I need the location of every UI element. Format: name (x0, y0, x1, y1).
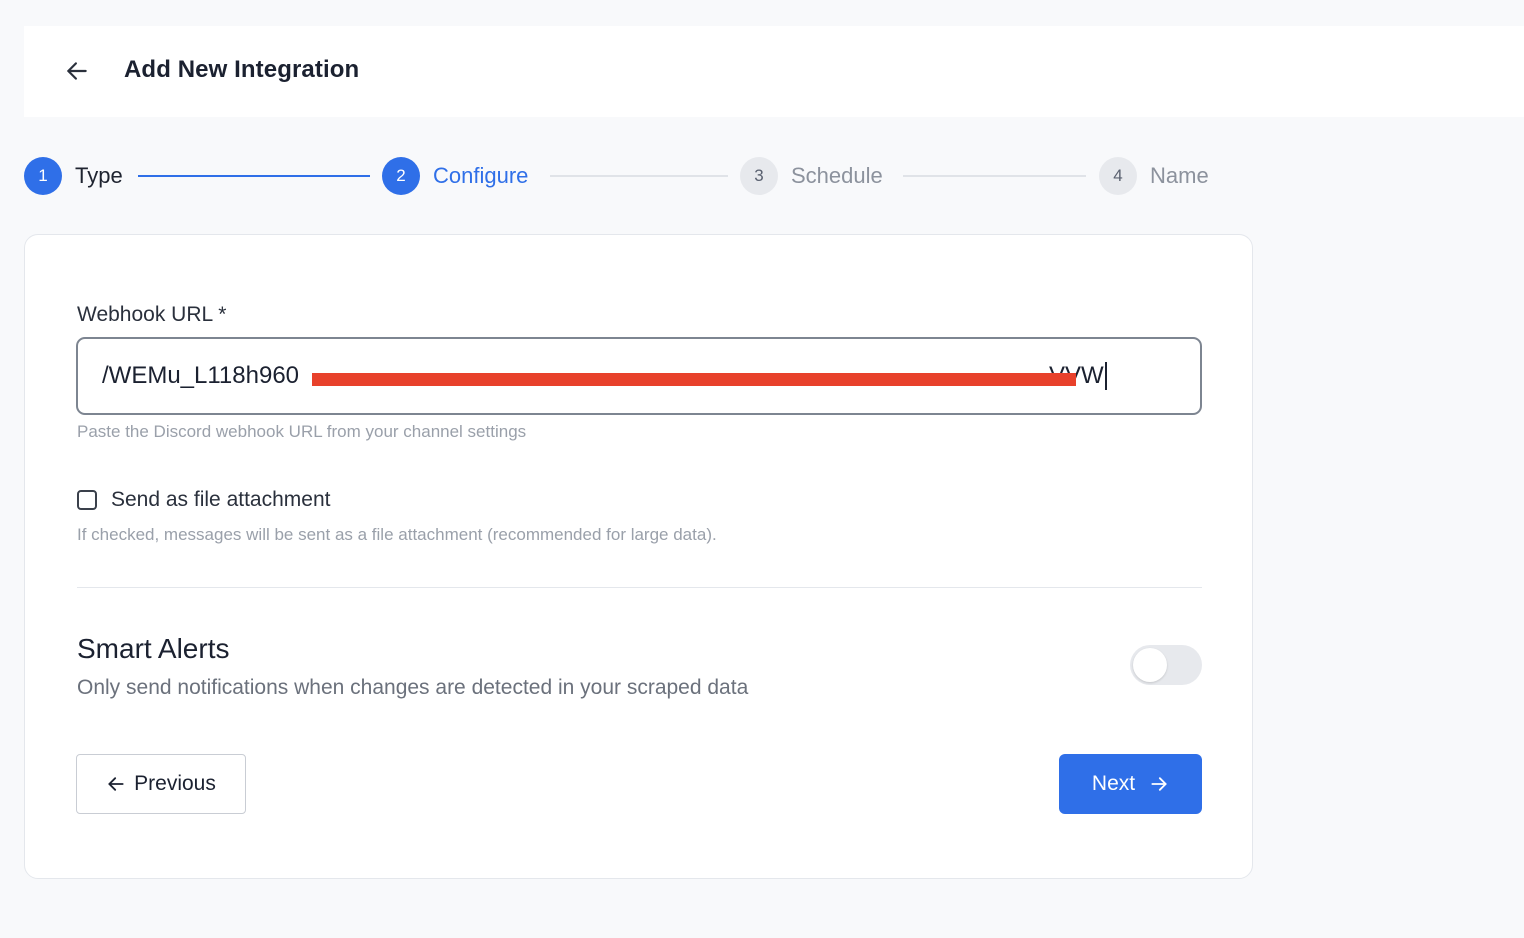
stepper: 1 Type 2 Configure 3 Schedule 4 Name (24, 157, 1224, 197)
attachment-checkbox[interactable] (77, 490, 97, 510)
step-number: 4 (1099, 157, 1137, 195)
step-schedule[interactable]: 3 Schedule (740, 157, 883, 195)
step-label: Schedule (791, 163, 883, 188)
arrow-left-icon (67, 62, 87, 80)
attachment-helper: If checked, messages will be sent as a f… (77, 525, 717, 544)
step-type[interactable]: 1 Type (24, 157, 123, 195)
previous-button[interactable]: Previous (76, 754, 246, 814)
attachment-option[interactable]: Send as file attachment (77, 488, 330, 512)
page-title: Add New Integration (124, 56, 360, 83)
back-button[interactable] (62, 56, 92, 86)
smart-alerts-title: Smart Alerts (77, 633, 230, 664)
arrow-right-icon (1149, 774, 1169, 794)
next-label: Next (1091, 772, 1136, 795)
redaction-mark (312, 372, 1076, 386)
smart-alerts-toggle[interactable] (1130, 645, 1202, 685)
section-divider (77, 587, 1202, 588)
webhook-url-input[interactable]: /WEMu_L118h960 VVW (76, 337, 1202, 415)
attachment-label: Send as file attachment (111, 488, 331, 511)
smart-alerts-description: Only send notifications when changes are… (77, 676, 749, 699)
toggle-knob (1133, 648, 1167, 682)
step-connector (550, 175, 728, 177)
webhook-url-label: Webhook URL * (77, 303, 227, 326)
step-label: Type (75, 163, 123, 188)
next-button[interactable]: Next (1059, 754, 1202, 814)
step-connector (138, 175, 370, 177)
step-connector (903, 175, 1086, 177)
step-name[interactable]: 4 Name (1099, 157, 1209, 195)
step-number: 2 (382, 157, 420, 195)
webhook-url-value: /WEMu_L118h960 VVW (102, 362, 1107, 391)
text-caret (1104, 362, 1107, 391)
configure-card: Webhook URL * /WEMu_L118h960 VVW Paste th… (24, 234, 1253, 879)
step-number: 1 (24, 157, 62, 195)
page-header: Add New Integration (24, 26, 1524, 117)
step-number: 3 (740, 157, 778, 195)
step-label: Name (1150, 163, 1209, 188)
step-label: Configure (433, 163, 529, 188)
step-configure[interactable]: 2 Configure (382, 157, 528, 195)
webhook-url-helper: Paste the Discord webhook URL from your … (77, 422, 527, 441)
url-visible-start: /WEMu_L118h960 (102, 361, 300, 389)
arrow-left-icon (106, 774, 126, 794)
previous-label: Previous (134, 772, 216, 795)
